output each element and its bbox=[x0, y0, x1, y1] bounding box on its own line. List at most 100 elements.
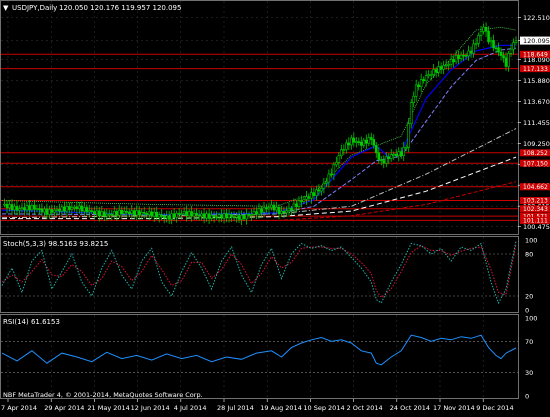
candle-body bbox=[63, 206, 66, 212]
candle-body bbox=[332, 164, 336, 175]
candle-body bbox=[175, 213, 178, 218]
chart-menu-arrow[interactable]: ▼ bbox=[3, 4, 9, 12]
candle-body bbox=[202, 213, 206, 219]
stoch-tick-label: 80 bbox=[525, 251, 533, 259]
candle-body bbox=[83, 207, 86, 212]
time-tick-label: 17 Nov 2014 bbox=[433, 404, 475, 412]
chart-canvas[interactable]: 122.510120.095118.090115.880113.670111.4… bbox=[0, 0, 550, 413]
price-tick-label: 115.880 bbox=[523, 77, 550, 85]
candle-body bbox=[8, 204, 11, 209]
candle-body bbox=[437, 66, 440, 73]
candle-body bbox=[327, 173, 331, 183]
candle-body bbox=[310, 192, 313, 199]
candle-body bbox=[432, 69, 435, 75]
candle-body bbox=[222, 213, 226, 219]
candle-body bbox=[40, 208, 44, 213]
candle-body bbox=[5, 203, 9, 209]
main-panel-frame bbox=[0, 0, 519, 235]
candle-body bbox=[53, 209, 56, 213]
candle-body bbox=[122, 211, 126, 214]
candle-body bbox=[499, 51, 503, 56]
rsi-line bbox=[1, 334, 517, 366]
candle-body bbox=[422, 79, 425, 82]
candle-body bbox=[427, 74, 430, 77]
candle-body bbox=[442, 65, 445, 70]
candle-body bbox=[177, 213, 181, 215]
candle-body bbox=[469, 50, 473, 54]
candle-body bbox=[414, 84, 418, 97]
candle-body bbox=[454, 54, 458, 63]
candle-body bbox=[472, 43, 475, 54]
time-tick-label: 19 Aug 2014 bbox=[260, 404, 302, 412]
candle-body bbox=[78, 205, 81, 210]
candle-body bbox=[182, 211, 186, 215]
candle-body bbox=[140, 212, 144, 216]
rsi-tick-label: 70 bbox=[525, 338, 533, 346]
candle-body bbox=[502, 55, 505, 59]
candle-body bbox=[28, 205, 31, 211]
candle-body bbox=[392, 153, 396, 156]
candle-body bbox=[90, 210, 94, 212]
candle-body bbox=[292, 203, 296, 211]
candle-body bbox=[220, 214, 223, 219]
candle-body bbox=[277, 206, 281, 214]
candle-body bbox=[444, 64, 448, 67]
candle-body bbox=[18, 208, 21, 211]
candle-body bbox=[98, 210, 101, 217]
time-tick-label: 9 Dec 2014 bbox=[476, 404, 513, 412]
candle-body bbox=[384, 156, 388, 164]
candle-body bbox=[512, 42, 515, 50]
candle-body bbox=[230, 214, 233, 218]
candle-body bbox=[3, 203, 6, 206]
candle-body bbox=[38, 208, 41, 210]
candle-body bbox=[105, 213, 109, 217]
main-panel-ohlc: 120.050 120.176 119.957 120.095 bbox=[59, 4, 181, 12]
candle-body bbox=[397, 151, 401, 156]
candle-body bbox=[75, 206, 79, 210]
candle-body bbox=[212, 215, 216, 218]
candle-body bbox=[350, 137, 353, 146]
candle-body bbox=[157, 214, 161, 218]
candle-body bbox=[355, 141, 358, 143]
candle-body bbox=[185, 211, 188, 217]
candle-body bbox=[479, 31, 483, 36]
candle-body bbox=[215, 216, 218, 219]
price-tick-label: 122.510 bbox=[523, 14, 550, 22]
candle-body bbox=[68, 206, 71, 210]
candle-body bbox=[257, 208, 261, 215]
candle-body bbox=[407, 123, 411, 148]
candle-body bbox=[345, 142, 348, 150]
candle-body bbox=[142, 212, 146, 214]
candle-body bbox=[190, 211, 193, 217]
level-price-label: 108.252 bbox=[523, 150, 548, 157]
candle-body bbox=[135, 210, 139, 216]
horizontal-levels[interactable] bbox=[1, 53, 518, 221]
candle-body bbox=[245, 213, 248, 220]
time-tick-label: 24 Oct 2014 bbox=[390, 404, 430, 412]
level-price-label: 103.213 bbox=[523, 198, 548, 205]
candle-body bbox=[317, 189, 321, 192]
candle-body bbox=[357, 141, 361, 143]
candle-body bbox=[275, 206, 278, 211]
candle-body bbox=[514, 40, 518, 43]
candle-body bbox=[404, 146, 408, 149]
trading-chart-window[interactable]: 122.510120.095118.090115.880113.670111.4… bbox=[0, 0, 550, 413]
time-axis: 7 Apr 2014 29 Apr 2014 21 May 2014 12 Jun 2… bbox=[1, 399, 514, 412]
candle-body bbox=[167, 215, 171, 220]
candle-body bbox=[364, 139, 368, 144]
stoch-tick-label: 20 bbox=[525, 293, 533, 301]
candle-body bbox=[312, 192, 316, 196]
candle-body bbox=[73, 206, 76, 209]
stoch-panel-title: Stoch(5,3,3) 98.5163 93.8215 bbox=[3, 240, 108, 248]
candle-body bbox=[447, 64, 450, 66]
candle-body bbox=[45, 208, 49, 215]
candle-body bbox=[464, 55, 468, 57]
price-tick-label: 111.455 bbox=[523, 119, 550, 127]
candle-body bbox=[255, 211, 258, 215]
candle-body bbox=[459, 54, 463, 59]
candle-body bbox=[210, 215, 213, 219]
candle-body bbox=[497, 47, 500, 53]
candle-body bbox=[290, 207, 293, 211]
candle-body bbox=[170, 213, 173, 220]
stochastic-oscillator bbox=[1, 240, 517, 305]
